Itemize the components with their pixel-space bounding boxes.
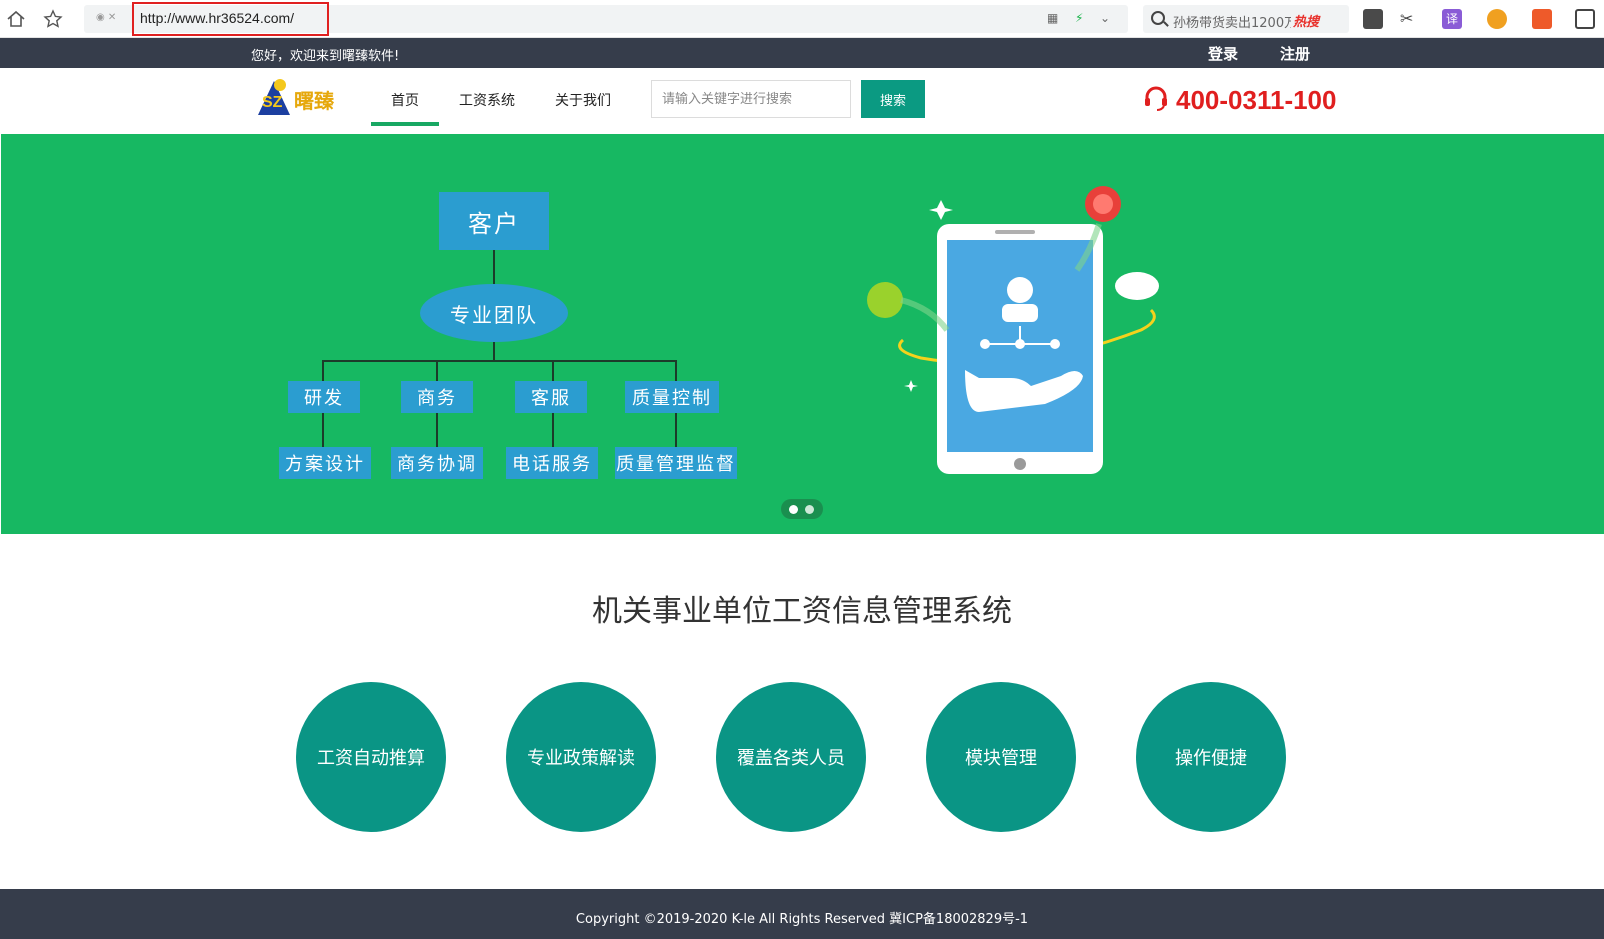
org-task-box: 方案设计 — [279, 447, 371, 479]
footer: Copyright ©2019-2020 K-le All Rights Res… — [0, 889, 1604, 939]
org-connector — [493, 342, 495, 360]
org-dept-box: 质量控制 — [625, 381, 719, 413]
org-connector — [552, 413, 554, 447]
org-task-box: 质量管理监督 — [615, 447, 737, 479]
org-connector — [552, 360, 554, 382]
org-task-box: 商务协调 — [391, 447, 483, 479]
org-dept-box: 商务 — [401, 381, 473, 413]
org-connector — [436, 360, 438, 382]
hot-search-label: 热搜 — [1293, 15, 1320, 30]
carousel-dot-active[interactable] — [789, 505, 798, 514]
home-icon[interactable] — [4, 7, 28, 31]
logo-text: 曙臻 — [294, 89, 334, 113]
headset-icon — [1142, 84, 1170, 116]
search-button[interactable]: 搜索 — [861, 80, 925, 118]
translate-icon[interactable]: 译 — [1442, 9, 1462, 29]
org-connector — [675, 413, 677, 447]
org-connector — [493, 250, 495, 284]
tablet-illustration — [867, 186, 1159, 474]
browser-toolbar: ◉ ✕ http://www.hr36524.com/ ▦ ⚡ ⌄ 孙杨带货卖出… — [0, 0, 1604, 38]
feature-circle[interactable]: 模块管理 — [926, 682, 1076, 832]
apps-grid-icon[interactable] — [1575, 9, 1595, 29]
carousel-dot[interactable] — [805, 505, 814, 514]
search-icon — [1151, 11, 1165, 25]
feature-circle[interactable]: 专业政策解读 — [506, 682, 656, 832]
hero-banner: 客户 专业团队 研发 商务 客服 质量控制 方案设计 商务协调 电话服务 质量管… — [1, 134, 1604, 534]
nav-active-indicator — [371, 122, 439, 126]
feature-circle[interactable]: 工资自动推算 — [296, 682, 446, 832]
url-highlight-box — [132, 2, 329, 36]
nav-salary-system[interactable]: 工资系统 — [459, 90, 515, 110]
carousel-dots — [781, 499, 823, 519]
game-icon[interactable] — [1532, 9, 1552, 29]
org-connector — [436, 413, 438, 447]
lightning-icon[interactable]: ⚡ — [1075, 11, 1083, 25]
org-dept-box: 研发 — [288, 381, 360, 413]
site-search-input[interactable] — [651, 80, 851, 118]
feature-circle[interactable]: 操作便捷 — [1136, 682, 1286, 832]
page-headline: 机关事业单位工资信息管理系统 — [592, 594, 1012, 629]
register-link[interactable]: 注册 — [1280, 43, 1310, 64]
org-task-box: 电话服务 — [506, 447, 598, 479]
org-connector — [322, 360, 324, 382]
welcome-text: 您好，欢迎来到曙臻软件! — [251, 49, 400, 64]
svg-text:SZ: SZ — [262, 94, 283, 111]
scissors-icon[interactable]: ✂ — [1400, 9, 1420, 29]
browser-search-box[interactable]: 孙杨带货卖出1200万 热搜 — [1143, 5, 1349, 33]
chevron-down-icon[interactable]: ⌄ — [1100, 11, 1110, 25]
coupon-icon[interactable] — [1487, 9, 1507, 29]
qr-code-icon[interactable]: ▦ — [1047, 11, 1058, 25]
feature-circle[interactable]: 覆盖各类人员 — [716, 682, 866, 832]
security-icon: ◉ ✕ — [96, 12, 117, 23]
org-connector — [675, 360, 677, 382]
bookmark-star-icon[interactable] — [41, 7, 65, 31]
org-connector — [322, 360, 676, 362]
reader-icon[interactable] — [1363, 9, 1383, 29]
browser-search-text: 孙杨带货卖出1200万 — [1173, 16, 1291, 31]
phone-number: 400-0311-100 — [1176, 84, 1337, 115]
org-connector — [322, 413, 324, 447]
org-top-box: 客户 — [439, 192, 549, 250]
org-dept-box: 客服 — [515, 381, 587, 413]
phone-contact: 400-0311-100 — [1142, 84, 1336, 116]
main-nav: SZ 曙臻 首页 工资系统 关于我们 搜索 400-0311-100 — [0, 68, 1604, 134]
site-logo[interactable]: SZ 曙臻 — [256, 77, 346, 117]
copyright-text: Copyright ©2019-2020 K-le All Rights Res… — [575, 912, 1029, 927]
nav-home[interactable]: 首页 — [391, 90, 419, 110]
top-bar: 您好，欢迎来到曙臻软件! 登录 注册 — [0, 38, 1604, 68]
nav-about-us[interactable]: 关于我们 — [555, 90, 611, 110]
org-team-ellipse: 专业团队 — [420, 284, 568, 342]
login-link[interactable]: 登录 — [1208, 43, 1238, 64]
